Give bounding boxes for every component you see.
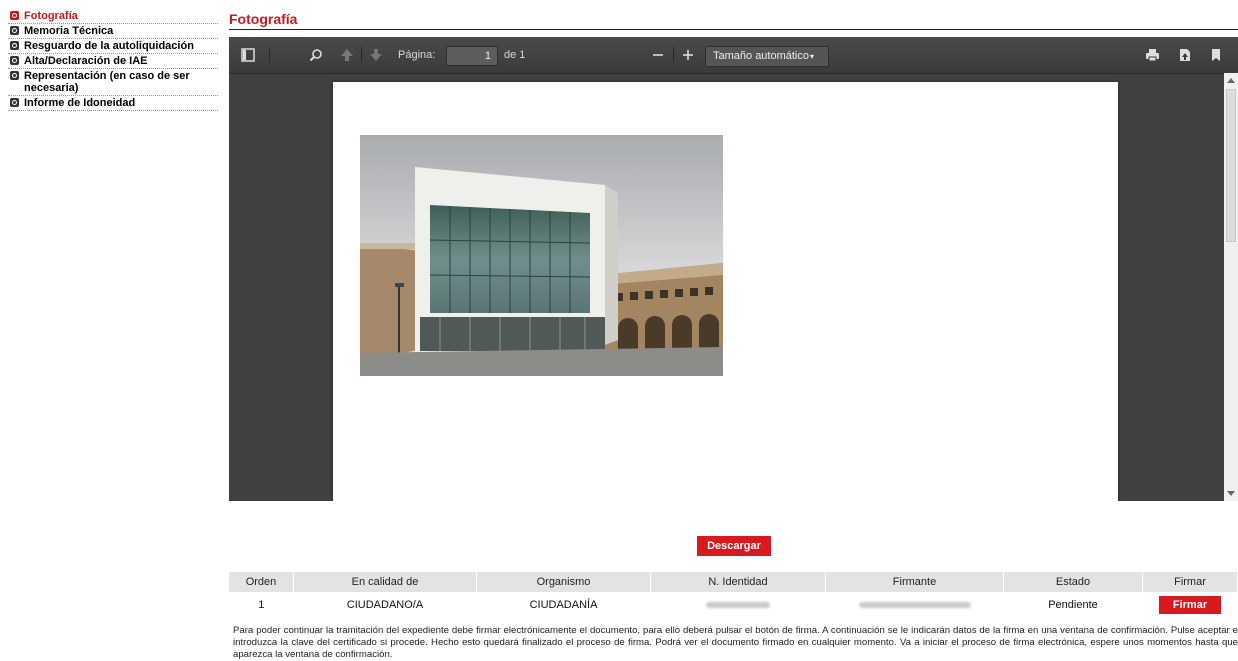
sidebar-item-resguardo[interactable]: Resguardo de la autoliquidación (8, 39, 218, 54)
bullet-icon (10, 98, 19, 107)
bullet-icon (10, 41, 19, 50)
viewer-scrollbar[interactable] (1224, 73, 1238, 501)
blurred-identity (706, 601, 770, 608)
print-icon[interactable] (1145, 46, 1160, 64)
sidebar: Fotografía Memoria Técnica Resguardo de … (8, 9, 218, 111)
download-icon[interactable] (1179, 46, 1191, 64)
sidebar-item-memoria-tecnica[interactable]: Memoria Técnica (8, 24, 218, 39)
column-header: Firmar (1142, 572, 1238, 592)
column-header: N. Identidad (650, 572, 826, 592)
identidad-cell (651, 592, 826, 617)
pdf-viewer: Página: 1 de 1 Tamaño automático▾ (229, 37, 1238, 501)
page-title: Fotografía (229, 11, 298, 27)
bullet-icon (10, 26, 19, 35)
sidebar-item-informe-idoneidad[interactable]: Informe de Idoneidad (8, 96, 218, 111)
column-header: Orden (229, 572, 294, 592)
page-number-input[interactable]: 1 (446, 46, 498, 66)
sidebar-item-label: Alta/Declaración de IAE (24, 55, 148, 67)
building-photo (360, 135, 723, 376)
signing-instructions: Para poder continuar la tramitación del … (233, 625, 1238, 660)
scroll-thumb[interactable] (1226, 89, 1236, 242)
title-divider (229, 29, 1238, 30)
zoom-select-value: Tamaño automático (713, 50, 809, 62)
column-header: Firmante (825, 572, 1004, 592)
blurred-signer-name (858, 601, 971, 608)
download-button[interactable]: Descargar (697, 536, 771, 556)
estado-cell: Pendiente (1048, 598, 1098, 611)
table-header-row: Orden En calidad de Organismo N. Identid… (229, 572, 1238, 592)
bullet-icon (10, 56, 19, 65)
zoom-in-icon[interactable] (682, 46, 694, 64)
column-header: Estado (1003, 572, 1143, 592)
sidebar-item-label: Informe de Idoneidad (24, 97, 136, 109)
bookmark-icon[interactable] (1211, 46, 1221, 64)
calidad-cell: CIUDADANO/A (346, 598, 424, 611)
column-header: Organismo (476, 572, 651, 592)
search-icon[interactable] (309, 46, 323, 64)
scroll-up-icon[interactable] (1227, 78, 1235, 83)
bullet-icon (10, 71, 19, 80)
zoom-select[interactable]: Tamaño automático▾ (705, 46, 829, 67)
viewer-toolbar: Página: 1 de 1 Tamaño automático▾ (229, 37, 1238, 74)
signature-table: Orden En calidad de Organismo N. Identid… (229, 572, 1238, 617)
sidebar-item-label: Fotografía (24, 10, 78, 22)
sidebar-item-label: Resguardo de la autoliquidación (24, 40, 194, 52)
sidebar-item-alta-iae[interactable]: Alta/Declaración de IAE (8, 54, 218, 69)
column-header: En calidad de (293, 572, 477, 592)
page-total: de 1 (504, 49, 526, 61)
sidebar-toggle-icon[interactable] (241, 46, 255, 64)
previous-page-icon[interactable] (340, 46, 354, 64)
sidebar-item-label: Representación (en caso de ser necesaria… (24, 70, 190, 94)
organismo-cell: CIUDADANÍA (529, 598, 598, 611)
orden-cell: 1 (258, 598, 265, 611)
pdf-page (333, 82, 1118, 501)
sidebar-item-fotografia[interactable]: Fotografía (8, 9, 218, 24)
zoom-out-icon[interactable] (652, 46, 664, 64)
table-row: 1 CIUDADANO/A CIUDADANÍA Pendiente Firma… (229, 592, 1238, 617)
firmar-button[interactable]: Firmar (1158, 595, 1222, 614)
firmar-cell: Firmar (1143, 592, 1238, 617)
sidebar-item-label: Memoria Técnica (24, 25, 114, 37)
page-label: Página: (398, 49, 436, 61)
bullet-icon (10, 11, 19, 20)
next-page-icon[interactable] (369, 46, 383, 64)
scroll-down-icon[interactable] (1227, 491, 1235, 496)
chevron-down-icon: ▾ (810, 52, 815, 61)
firmante-cell (826, 592, 1004, 617)
sidebar-item-representacion[interactable]: Representación (en caso de ser necesaria… (8, 69, 218, 96)
